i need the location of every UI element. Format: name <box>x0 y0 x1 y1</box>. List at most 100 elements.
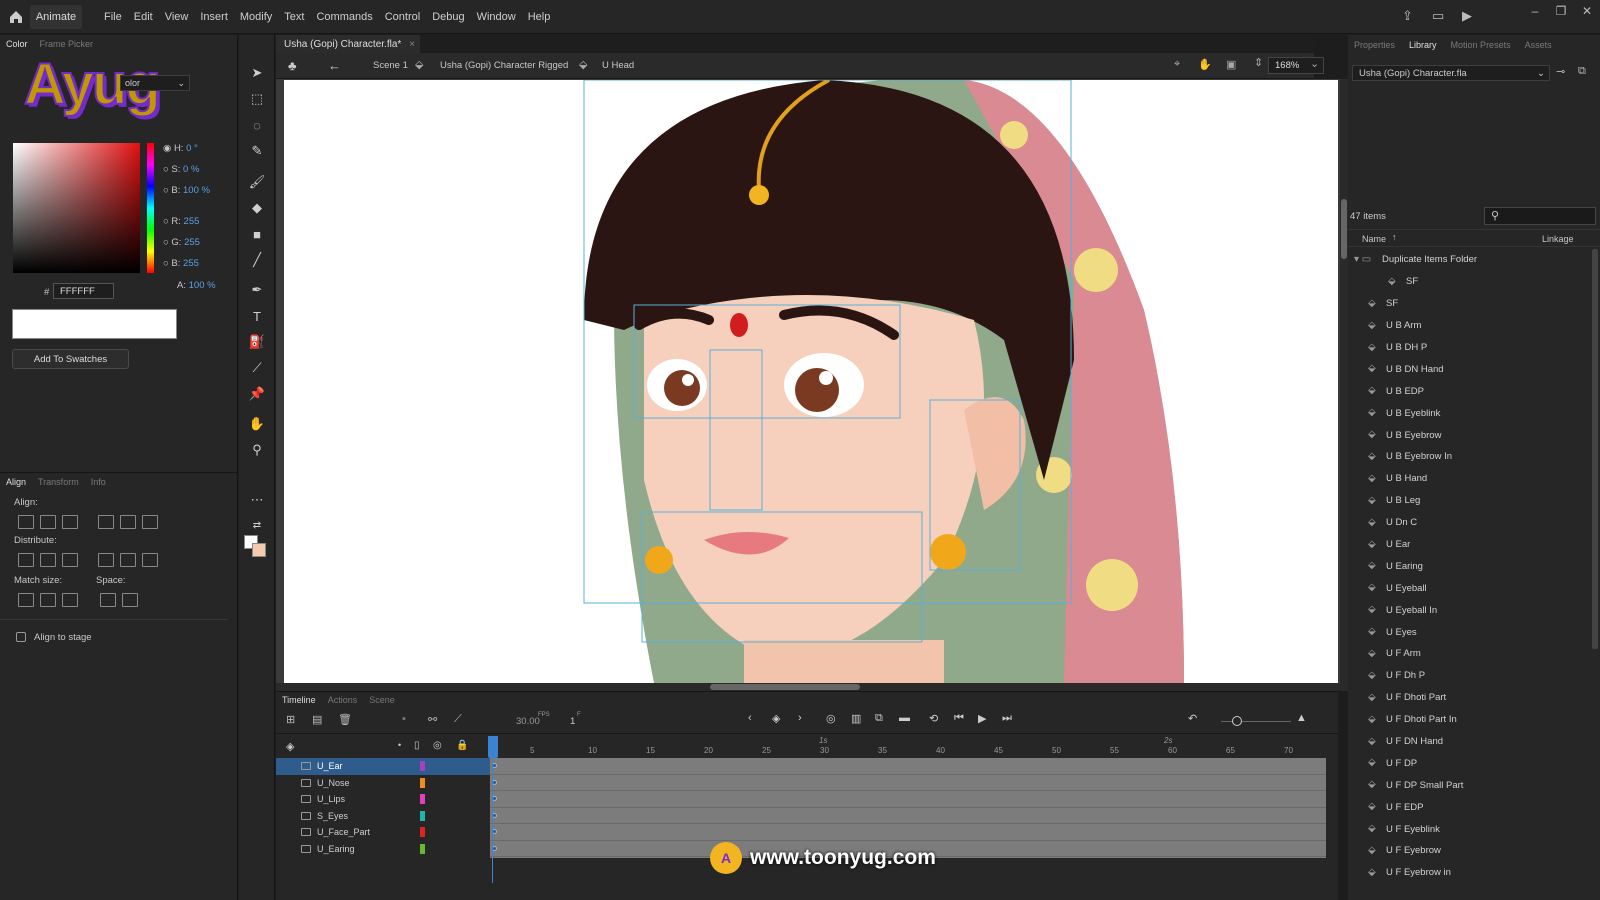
radio-h[interactable]: ◉ <box>163 143 171 154</box>
pin-tool-icon[interactable]: 📌 <box>247 384 267 404</box>
library-item[interactable]: ⬙ U Earing <box>1348 555 1592 577</box>
radio-s[interactable]: ○ <box>163 164 169 175</box>
menu-text[interactable]: Text <box>278 11 310 23</box>
library-item[interactable]: ⬙ U B Hand <box>1348 468 1592 490</box>
snap-icon[interactable]: ⌖ <box>1174 58 1180 71</box>
match-width-icon[interactable] <box>18 593 34 607</box>
distribute-vcenter-icon[interactable] <box>40 553 56 567</box>
close-icon[interactable]: ✕ <box>1580 4 1594 18</box>
library-item[interactable]: ⬙ U F DP Small Part <box>1348 774 1592 796</box>
library-item[interactable]: ⬙ U F Eyebrow <box>1348 840 1592 862</box>
layer-color-swatch[interactable] <box>420 827 425 837</box>
align-hcenter-icon[interactable] <box>40 515 56 529</box>
align-to-stage-checkbox[interactable] <box>16 632 26 642</box>
distribute-bottom-icon[interactable] <box>62 553 78 567</box>
radio-blue[interactable]: ○ <box>163 258 169 269</box>
share-icon[interactable]: ⇪ <box>1402 8 1418 24</box>
frame-row[interactable] <box>490 791 1326 808</box>
h-value[interactable]: 0 ° <box>186 143 198 154</box>
tab-scene[interactable]: Scene <box>369 695 395 705</box>
color-field[interactable] <box>13 143 140 273</box>
minimize-icon[interactable]: – <box>1528 4 1542 18</box>
close-tab-icon[interactable]: × <box>409 39 415 50</box>
tab-properties[interactable]: Properties <box>1354 40 1395 50</box>
tab-motion-presets[interactable]: Motion Presets <box>1451 40 1511 50</box>
zoom-tool-icon[interactable]: ⚲ <box>247 440 267 460</box>
mountain-icon[interactable]: ▲ <box>1296 712 1307 724</box>
column-name[interactable]: Name <box>1362 234 1386 244</box>
scroll-thumb[interactable] <box>1341 199 1347 259</box>
layer-color-swatch[interactable] <box>420 761 425 771</box>
new-folder-icon[interactable]: ▤ <box>312 713 322 726</box>
frame-span-icon[interactable]: ▬ <box>899 712 910 724</box>
rotate-stage-icon[interactable]: ✋ <box>1198 58 1212 71</box>
layer-color-swatch[interactable] <box>420 810 425 821</box>
tab-align[interactable]: Align <box>6 477 26 487</box>
layer-color-swatch[interactable] <box>420 843 425 854</box>
library-item[interactable]: ⬙ U F Eyeblink <box>1348 818 1592 840</box>
insert-keyframe-icon[interactable]: ◈ <box>772 712 780 725</box>
graph-icon[interactable]: ⟋ <box>454 713 462 726</box>
menu-debug[interactable]: Debug <box>426 11 470 23</box>
app-name-button[interactable]: Animate <box>30 5 82 29</box>
more-tools-icon[interactable]: ⋯ <box>247 490 267 510</box>
frame-row[interactable] <box>490 808 1326 824</box>
menu-file[interactable]: File <box>98 11 128 23</box>
paint-bucket-icon[interactable]: ⛽ <box>247 332 267 352</box>
selection-tool-icon[interactable]: ➤ <box>247 63 267 83</box>
r-value[interactable]: 255 <box>184 216 200 227</box>
s-value[interactable]: 0 % <box>183 164 199 175</box>
delete-layer-icon[interactable]: 🗑 <box>338 713 352 726</box>
new-layer-icon[interactable]: ⊞ <box>286 713 295 726</box>
pin-library-icon[interactable]: ⊸ <box>1556 65 1565 78</box>
tab-actions[interactable]: Actions <box>328 695 358 705</box>
menu-edit[interactable]: Edit <box>128 11 159 23</box>
library-item[interactable]: ⬙ U F Eyebrow in <box>1348 862 1592 884</box>
outline-icon[interactable]: ▯ <box>414 740 420 751</box>
tab-info[interactable]: Info <box>91 477 106 487</box>
workspace-icon[interactable]: ▭ <box>1432 8 1448 24</box>
swap-colors-icon[interactable]: ⇄ <box>247 515 267 535</box>
library-search-input[interactable]: ⚲ <box>1484 207 1596 225</box>
eyedropper-icon[interactable]: ⟋ <box>247 358 267 378</box>
radio-b[interactable]: ○ <box>163 185 169 196</box>
clip-icon[interactable]: ▣ <box>1226 58 1236 71</box>
tab-frame-picker[interactable]: Frame Picker <box>40 39 94 49</box>
tab-assets[interactable]: Assets <box>1525 40 1552 50</box>
library-item[interactable]: ⬙ U Eyeball <box>1348 577 1592 599</box>
menu-help[interactable]: Help <box>522 11 557 23</box>
tab-color[interactable]: Color <box>6 39 28 49</box>
layer-row[interactable]: U_Earing <box>276 841 490 858</box>
tab-library[interactable]: Library <box>1409 40 1437 50</box>
library-item[interactable]: ⬙ U F Arm <box>1348 643 1592 665</box>
layer-row[interactable]: U_Nose <box>276 775 490 792</box>
align-bottom-icon[interactable] <box>142 515 159 529</box>
align-vcenter-icon[interactable] <box>120 515 137 529</box>
b-value[interactable]: 100 % <box>183 185 210 196</box>
frame-row[interactable] <box>490 824 1326 841</box>
library-item[interactable]: ⬙ U B DN Hand <box>1348 358 1592 380</box>
step-back-icon[interactable]: ⏮ <box>954 712 964 725</box>
hue-slider[interactable] <box>147 143 154 273</box>
line-tool-icon[interactable]: ╱ <box>247 250 267 270</box>
menu-view[interactable]: View <box>159 11 195 23</box>
back-arrow-icon[interactable]: ← <box>328 58 341 73</box>
layer-row[interactable]: S_Eyes <box>276 808 490 825</box>
add-to-swatches-button[interactable]: Add To Swatches <box>12 349 129 369</box>
fps-value[interactable]: 30.00 <box>516 716 540 727</box>
breadcrumb-rigged[interactable]: Usha (Gopi) Character Rigged <box>440 60 568 71</box>
edit-multiple-frames-icon[interactable]: ▥ <box>851 712 861 725</box>
layer-row[interactable]: U_Ear <box>276 758 490 775</box>
prev-keyframe-icon[interactable]: ‹ <box>748 712 752 724</box>
distribute-left-icon[interactable] <box>98 553 115 567</box>
center-frame-icon[interactable]: ↶ <box>1188 712 1197 725</box>
library-item[interactable]: ⬙ SF <box>1348 271 1592 293</box>
align-top-icon[interactable] <box>98 515 115 529</box>
menu-modify[interactable]: Modify <box>234 11 278 23</box>
sort-arrow-icon[interactable]: ↑ <box>1392 232 1397 242</box>
highlight-dot-icon[interactable]: • <box>398 740 401 750</box>
library-item[interactable]: ⬙ U F DP <box>1348 752 1592 774</box>
column-linkage[interactable]: Linkage <box>1542 234 1574 244</box>
stage-canvas[interactable] <box>284 80 1338 683</box>
home-icon[interactable] <box>8 9 24 25</box>
